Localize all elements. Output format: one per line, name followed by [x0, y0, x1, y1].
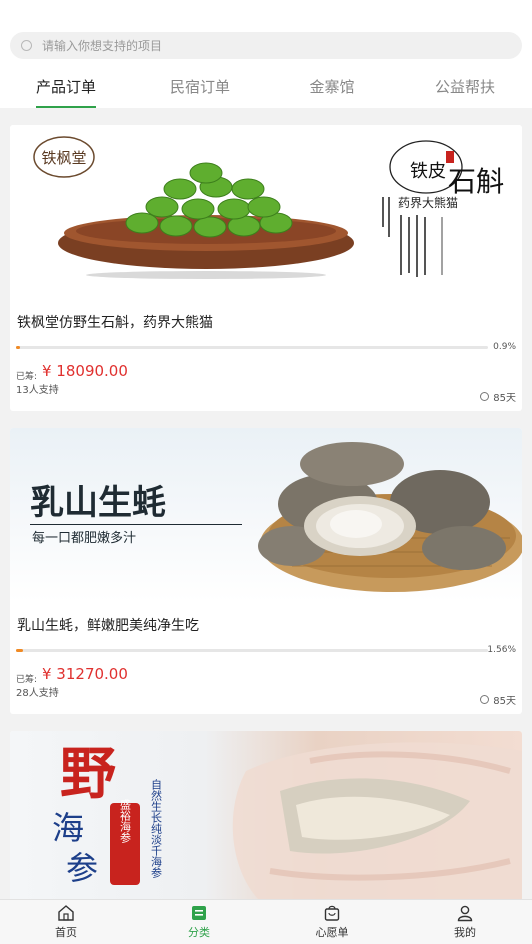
clock-icon: [480, 392, 490, 401]
progress-percent: 1.56%: [487, 645, 516, 655]
progress-bar: [16, 649, 488, 652]
tab-product-orders[interactable]: 产品订单: [26, 70, 106, 108]
tab-homestay-orders[interactable]: 民宿订单: [160, 70, 240, 108]
days-remaining: 85天: [480, 389, 516, 404]
brand-stamp: 铁枫堂: [41, 149, 86, 167]
project-card[interactable]: 铁枫堂 铁皮 石斛 药界大熊猫 铁枫堂仿野生石斛，药界大熊猫 0.9% 已筹: …: [10, 125, 522, 411]
tab-bar: 产品订单 民宿订单 金寨馆 公益帮扶: [0, 70, 532, 108]
clock-icon: [480, 695, 490, 704]
search-bar[interactable]: 请输入你想支持的项目: [10, 32, 522, 59]
progress-bar: [16, 346, 488, 349]
project-title[interactable]: 铁枫堂仿野生石斛，药界大熊猫: [17, 312, 213, 332]
nav-category-label: 分类: [188, 926, 210, 939]
calligraphy-heading-a: 铁皮: [410, 161, 446, 182]
project-card[interactable]: 野 海 参 盛裕海参 自然生长纯淡千海参: [10, 731, 522, 901]
days-remaining-value: 85天: [493, 696, 516, 707]
calligraphy-line3: 参: [66, 849, 98, 887]
oyster-illustration: 乳山生蚝 每一口都肥嫩多汁: [30, 442, 522, 592]
sea-cucumber-illustration: 野 海 参 盛裕海参 自然生长纯淡千海参: [52, 741, 522, 901]
category-icon: [192, 906, 206, 920]
calligraphy-tagline: 药界大熊猫: [398, 195, 458, 210]
vertical-slogan: 自然生长纯淡千海参: [150, 779, 163, 879]
project-title[interactable]: 乳山生蚝，鲜嫩肥美纯净生吃: [17, 615, 199, 635]
search-icon: [21, 40, 32, 51]
nav-category[interactable]: 分类: [159, 902, 239, 944]
tab-jinzhai-hall[interactable]: 金寨馆: [292, 70, 372, 108]
user-icon: [457, 905, 473, 922]
project-list: 铁枫堂 铁皮 石斛 药界大熊猫 铁枫堂仿野生石斛，药界大熊猫 0.9% 已筹: …: [10, 125, 522, 918]
nav-profile[interactable]: 我的: [425, 902, 505, 944]
nav-wishlist-label: 心愿单: [315, 926, 349, 939]
project-card[interactable]: 乳山生蚝 每一口都肥嫩多汁 乳山生蚝，鲜嫩肥美纯净生吃 1.56% 已筹: ¥ …: [10, 428, 522, 714]
bag-icon: [324, 905, 340, 921]
tab-charity[interactable]: 公益帮扶: [425, 70, 505, 108]
bottom-nav: 首页 分类 心愿单 我的: [0, 899, 532, 944]
calligraphy-big-char: 野: [60, 741, 116, 807]
home-icon: [58, 905, 74, 921]
raised-amount: ¥ 18090.00: [42, 362, 128, 380]
calligraphy-heading-b: 石斛: [448, 165, 504, 198]
project-image-dendrobium[interactable]: 铁枫堂 铁皮 石斛 药界大熊猫: [10, 125, 522, 299]
progress-fill: [16, 649, 24, 652]
oyster-heading: 乳山生蚝: [30, 483, 166, 523]
progress-percent: 0.9%: [493, 342, 516, 352]
nav-home-label: 首页: [55, 926, 77, 939]
progress-fill: [16, 346, 21, 349]
header: 请输入你想支持的项目 产品订单 民宿订单 金寨馆 公益帮扶: [0, 0, 532, 108]
days-remaining: 85天: [480, 692, 516, 707]
calligraphy-line2: 海: [52, 809, 84, 847]
dendrobium-illustration: 铁枫堂 铁皮 石斛 药界大熊猫: [33, 136, 504, 279]
nav-profile-label: 我的: [454, 926, 476, 939]
project-info: 铁枫堂仿野生石斛，药界大熊猫 0.9% 已筹: ¥ 18090.00 13人支持…: [10, 299, 522, 411]
nav-wishlist[interactable]: 心愿单: [292, 902, 372, 944]
project-image-sea-cucumber[interactable]: 野 海 参 盛裕海参 自然生长纯淡千海参: [10, 731, 522, 901]
project-image-oyster[interactable]: 乳山生蚝 每一口都肥嫩多汁: [10, 428, 522, 602]
backer-count: 13人支持: [16, 385, 59, 396]
search-input[interactable]: 请输入你想支持的项目: [42, 37, 162, 54]
days-remaining-value: 85天: [493, 393, 516, 404]
seal-text: 盛裕海参: [119, 798, 132, 844]
nav-home[interactable]: 首页: [26, 902, 106, 944]
backer-count: 28人支持: [16, 688, 59, 699]
oyster-subheading: 每一口都肥嫩多汁: [32, 530, 136, 546]
raised-amount: ¥ 31270.00: [42, 665, 128, 683]
project-info: 乳山生蚝，鲜嫩肥美纯净生吃 1.56% 已筹: ¥ 31270.00 28人支持…: [10, 602, 522, 714]
